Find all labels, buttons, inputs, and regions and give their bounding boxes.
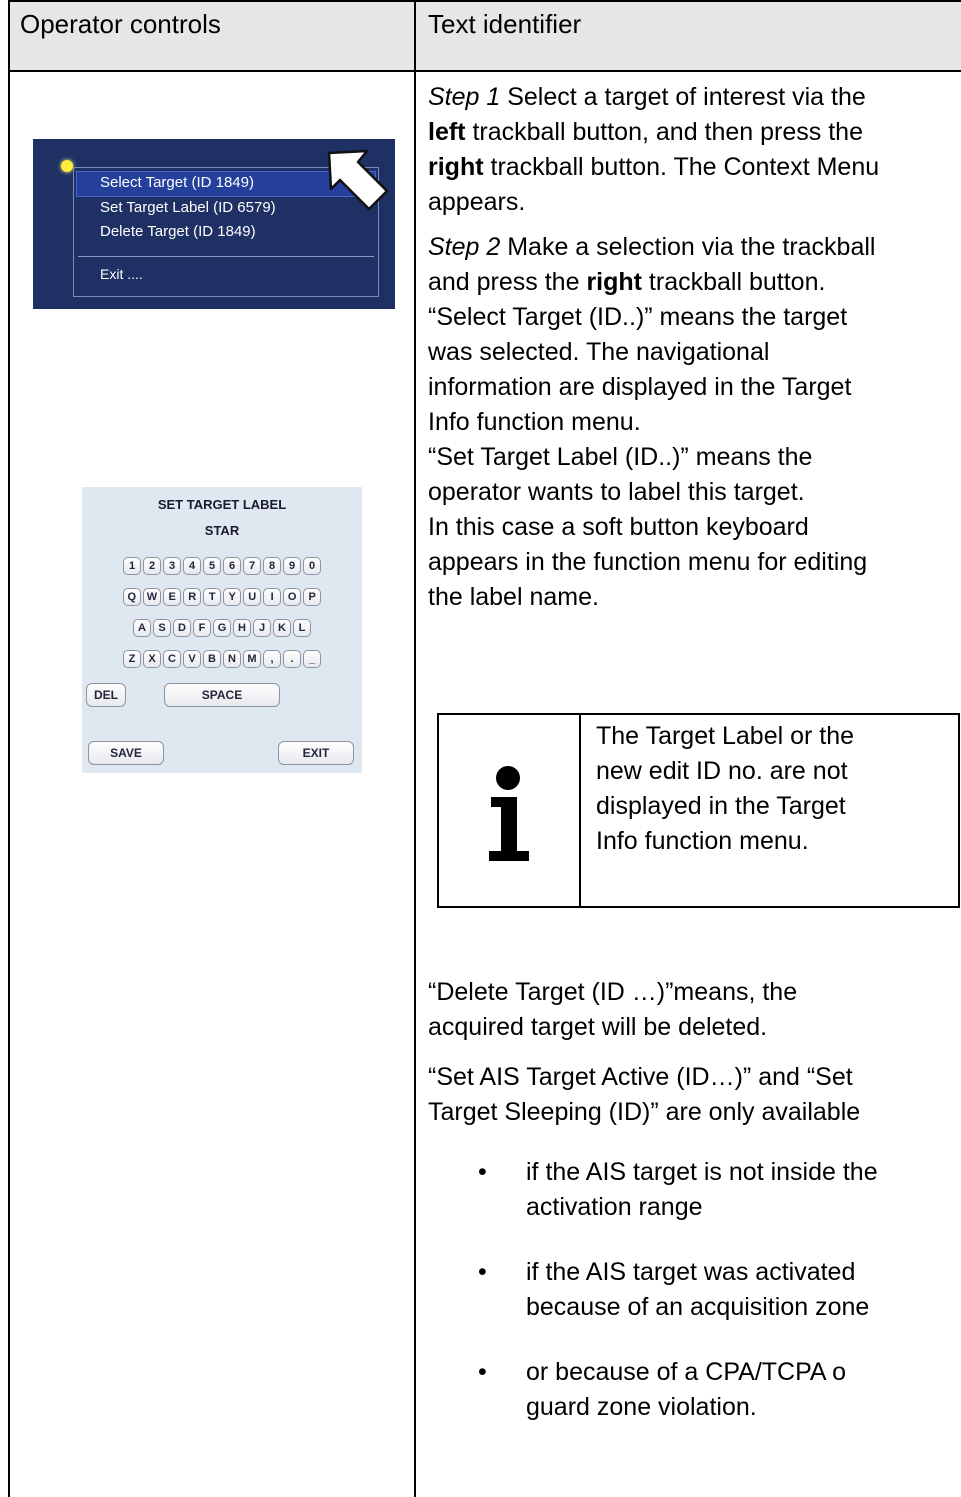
- step2-text-line: information are displayed in the Target: [428, 373, 852, 401]
- table-column-divider: [414, 0, 416, 1497]
- header-operator-controls: Operator controls: [20, 9, 221, 39]
- info-note-line: Info function menu.: [596, 827, 809, 855]
- step2-text-line: was selected. The navigational: [428, 338, 770, 366]
- keyboard-row-qwerty: QWERTYUIOP: [82, 588, 362, 606]
- key[interactable]: 1: [123, 557, 141, 575]
- ais-text-line: Target Sleeping (ID)” are only available: [428, 1098, 861, 1126]
- key[interactable]: 2: [143, 557, 161, 575]
- info-note-line: The Target Label or the: [596, 722, 855, 750]
- bullet-item-line: because of an acquisition zone: [526, 1293, 870, 1321]
- context-menu-item-select-target[interactable]: Select Target (ID 1849): [100, 174, 254, 191]
- step1-line3: right trackball button. The Context Menu: [428, 153, 880, 181]
- delete-text-line: acquired target will be deleted.: [428, 1013, 768, 1041]
- key[interactable]: 8: [263, 557, 281, 575]
- bullet-item-line: if the AIS target was activated: [526, 1258, 856, 1286]
- key[interactable]: S: [153, 619, 171, 637]
- key[interactable]: 7: [243, 557, 261, 575]
- info-note-line: displayed in the Target: [596, 792, 846, 820]
- info-note-text: The Target Label or the new edit ID no. …: [596, 719, 854, 859]
- info-note-line: new edit ID no. are not: [596, 757, 848, 785]
- context-menu-item-set-target-label[interactable]: Set Target Label (ID 6579): [100, 199, 276, 216]
- key[interactable]: Y: [223, 588, 242, 606]
- keyboard-title: SET TARGET LABEL: [157, 497, 287, 512]
- manual-page: Operator controls Text identifier Select…: [0, 0, 961, 1497]
- key[interactable]: X: [143, 650, 161, 668]
- target-marker-icon: [61, 160, 73, 172]
- key[interactable]: P: [303, 588, 322, 606]
- key[interactable]: H: [233, 619, 251, 637]
- key[interactable]: D: [173, 619, 191, 637]
- save-button[interactable]: SAVE: [88, 741, 164, 765]
- bullet-item-line: activation range: [526, 1193, 703, 1221]
- key[interactable]: K: [273, 619, 291, 637]
- bullet-dot: •: [478, 1258, 487, 1286]
- step2-text-line: In this case a soft button keyboard: [428, 513, 809, 541]
- step2-text-line: Info function menu.: [428, 408, 641, 436]
- key[interactable]: 6: [223, 557, 241, 575]
- bullet-dot: •: [478, 1358, 487, 1386]
- bullet-dot: •: [478, 1158, 487, 1186]
- key[interactable]: _: [303, 650, 321, 668]
- info-icon: [489, 766, 529, 861]
- key[interactable]: U: [243, 588, 262, 606]
- key[interactable]: N: [223, 650, 241, 668]
- soft-keyboard-screenshot: SET TARGET LABEL STAR 1234567890 QWERTYU…: [82, 487, 362, 773]
- bullet-item-line: or because of a CPA/TCPA o: [526, 1358, 847, 1386]
- step1-line2: left trackball button, and then press th…: [428, 118, 863, 146]
- step1-line1: Step 1 Select a target of interest via t…: [428, 83, 866, 111]
- key[interactable]: 4: [183, 557, 201, 575]
- key[interactable]: A: [133, 619, 151, 637]
- key[interactable]: ,: [263, 650, 281, 668]
- del-key[interactable]: DEL: [86, 683, 126, 707]
- key[interactable]: .: [283, 650, 301, 668]
- key[interactable]: L: [293, 619, 311, 637]
- context-menu-separator: [78, 256, 374, 257]
- step2-line2: and press the right trackball button.: [428, 268, 826, 296]
- info-note-box: The Target Label or the new edit ID no. …: [437, 713, 960, 908]
- key[interactable]: M: [243, 650, 261, 668]
- context-menu-screenshot: Select Target (ID 1849) Set Target Label…: [33, 139, 395, 309]
- context-menu-item-exit[interactable]: Exit ....: [100, 266, 143, 282]
- key[interactable]: R: [183, 588, 202, 606]
- exit-button[interactable]: EXIT: [278, 741, 354, 765]
- step1-line4: appears.: [428, 188, 526, 216]
- key[interactable]: G: [213, 619, 231, 637]
- keyboard-value: STAR: [204, 523, 240, 538]
- key[interactable]: Q: [122, 588, 141, 606]
- key[interactable]: 5: [203, 557, 221, 575]
- space-key[interactable]: SPACE: [164, 683, 280, 707]
- delete-text-line: “Delete Target (ID …)”means, the: [428, 978, 798, 1006]
- key[interactable]: B: [203, 650, 221, 668]
- ais-text-line: “Set AIS Target Active (ID…)” and “Set: [428, 1063, 853, 1091]
- step2-text-line: operator wants to label this target.: [428, 478, 805, 506]
- step2-text-line: “Set Target Label (ID..)” means the: [428, 443, 813, 471]
- pointer-arrow-icon: [327, 149, 389, 211]
- step2-text-line: “Select Target (ID..)” means the target: [428, 303, 848, 331]
- step2-text-line: appears in the function menu for editing: [428, 548, 868, 576]
- table-left-border: [8, 0, 10, 1497]
- key[interactable]: 9: [283, 557, 301, 575]
- header-text-identifier: Text identifier: [428, 9, 582, 39]
- key[interactable]: V: [183, 650, 201, 668]
- key[interactable]: C: [163, 650, 181, 668]
- step2-text-line: the label name.: [428, 583, 599, 611]
- key[interactable]: O: [283, 588, 302, 606]
- bullet-item-line: guard zone violation.: [526, 1393, 757, 1421]
- key[interactable]: Z: [123, 650, 141, 668]
- key[interactable]: I: [263, 588, 282, 606]
- key[interactable]: F: [193, 619, 211, 637]
- info-note-divider: [579, 715, 581, 906]
- bullet-item-line: if the AIS target is not inside the: [526, 1158, 878, 1186]
- keyboard-row-zxcv: Z X C V B N M,. _: [82, 650, 362, 668]
- key[interactable]: T: [203, 588, 222, 606]
- step2-line1: Step 2 Make a selection via the trackbal…: [428, 233, 876, 261]
- key[interactable]: 3: [163, 557, 181, 575]
- keyboard-row-asdf: ASDFGHJKL: [82, 619, 362, 637]
- key[interactable]: J: [253, 619, 271, 637]
- keyboard-row-digits: 1234567890: [82, 557, 362, 575]
- key[interactable]: 0: [303, 557, 321, 575]
- context-menu-item-delete-target[interactable]: Delete Target (ID 1849): [100, 223, 256, 240]
- key[interactable]: E: [163, 588, 182, 606]
- key[interactable]: W: [142, 588, 162, 606]
